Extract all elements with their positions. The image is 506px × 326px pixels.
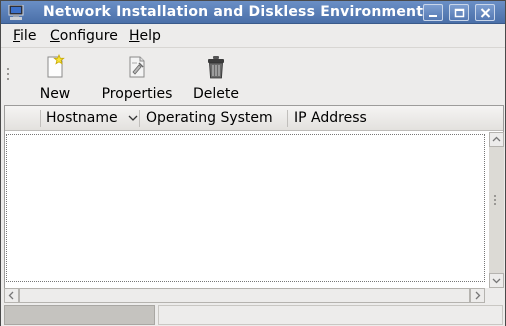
column-header-hostname[interactable]: Hostname	[46, 106, 138, 131]
toolbar-grip-handle[interactable]	[7, 68, 10, 84]
chevron-right-icon	[475, 291, 481, 300]
column-divider	[287, 110, 288, 127]
minimize-button[interactable]	[423, 4, 443, 21]
properties-document-icon	[129, 56, 145, 78]
scrollbar-grip	[239, 294, 251, 305]
status-progress-area	[4, 305, 155, 325]
maximize-button[interactable]	[449, 4, 469, 21]
horizontal-scroll-thumb[interactable]	[19, 288, 470, 305]
status-message-area	[158, 305, 503, 325]
properties-button[interactable]: Properties	[101, 54, 173, 102]
column-divider	[40, 110, 41, 127]
menu-configure[interactable]: Configure	[50, 28, 118, 44]
column-header-ip-address[interactable]: IP Address	[294, 106, 367, 131]
delete-button-label: Delete	[193, 86, 239, 102]
horizontal-scrollbar[interactable]	[4, 288, 485, 305]
hosts-table: Hostname Operating System IP Address	[4, 105, 504, 303]
menu-help[interactable]: Help	[129, 28, 161, 44]
new-document-icon	[47, 54, 65, 78]
close-icon	[480, 8, 491, 18]
table-body[interactable]	[6, 134, 485, 282]
scrollbar-grip	[494, 195, 498, 205]
scroll-left-button[interactable]	[4, 288, 19, 303]
new-button[interactable]: New	[37, 54, 73, 102]
properties-button-label: Properties	[101, 86, 173, 102]
delete-button[interactable]: Delete	[192, 54, 240, 102]
main-window: Network Installation and Diskless Enviro…	[0, 0, 506, 326]
trash-icon	[208, 56, 224, 79]
computer-app-icon	[8, 5, 24, 20]
close-button[interactable]	[475, 4, 495, 21]
toolbar: New Properties Delete	[1, 48, 505, 104]
chevron-left-icon	[8, 291, 14, 300]
minimize-icon	[429, 15, 437, 17]
sort-descending-icon	[128, 115, 138, 121]
table-header: Hostname Operating System IP Address	[5, 106, 503, 131]
menu-file[interactable]: File	[13, 28, 36, 44]
menu-bar: File Configure Help	[1, 24, 505, 47]
maximize-icon	[454, 8, 465, 18]
scroll-right-button[interactable]	[470, 288, 485, 303]
new-button-label: New	[39, 86, 71, 102]
window-title: Network Installation and Diskless Enviro…	[43, 4, 424, 20]
chevron-down-icon	[492, 278, 501, 284]
status-bar	[1, 303, 505, 326]
column-divider	[139, 110, 140, 127]
scrollbar-corner	[485, 288, 504, 303]
column-header-operating-system[interactable]: Operating System	[146, 106, 273, 131]
title-bar[interactable]: Network Installation and Diskless Enviro…	[1, 1, 505, 24]
chevron-up-icon	[492, 136, 501, 142]
scroll-up-button[interactable]	[489, 132, 504, 147]
scroll-down-button[interactable]	[489, 273, 504, 288]
vertical-scrollbar[interactable]	[489, 132, 504, 288]
